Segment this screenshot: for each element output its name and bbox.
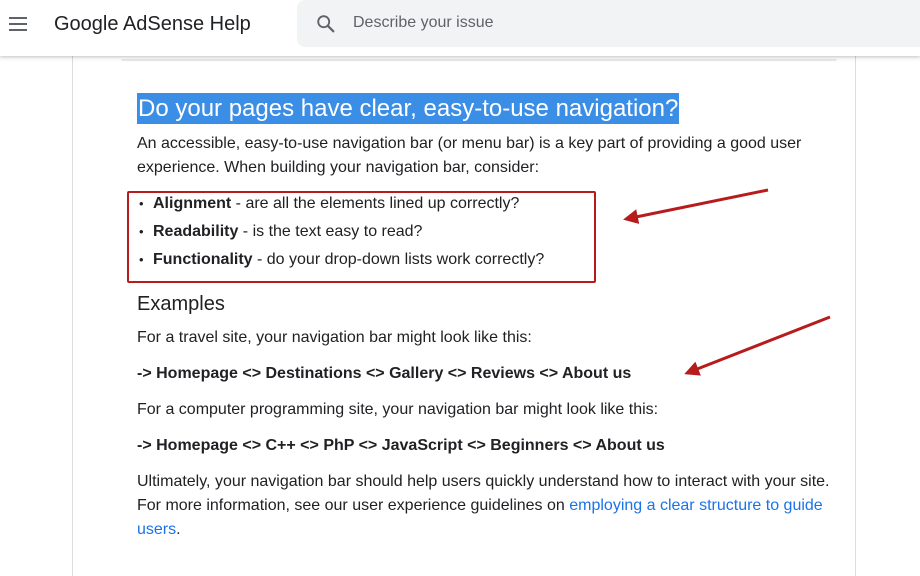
annotation-highlight-box <box>127 191 596 283</box>
app-header: Google AdSense Help <box>0 0 920 56</box>
programming-intro: For a computer programming site, your na… <box>137 401 659 418</box>
search-input[interactable] <box>353 8 913 38</box>
travel-nav-example: -> Homepage <> Destinations <> Gallery <… <box>137 365 632 382</box>
closing-paragraph: Ultimately, your navigation bar should h… <box>137 470 842 542</box>
section-divider <box>121 59 837 61</box>
article-content: Do your pages have clear, easy-to-use na… <box>137 91 842 542</box>
closing-end: . <box>176 521 181 538</box>
search-icon[interactable] <box>315 13 337 35</box>
menu-icon[interactable] <box>7 13 29 35</box>
app-title[interactable]: Google AdSense Help <box>54 12 251 36</box>
search-bar[interactable] <box>297 0 920 47</box>
intro-paragraph: An accessible, easy-to-use navigation ba… <box>137 135 802 176</box>
travel-intro: For a travel site, your navigation bar m… <box>137 329 532 346</box>
programming-nav-example: -> Homepage <> C++ <> PhP <> JavaScript … <box>137 437 665 454</box>
section-heading: Do your pages have clear, easy-to-use na… <box>137 93 680 124</box>
section-heading-wrap: Do your pages have clear, easy-to-use na… <box>137 91 842 127</box>
examples-heading: Examples <box>137 293 225 315</box>
